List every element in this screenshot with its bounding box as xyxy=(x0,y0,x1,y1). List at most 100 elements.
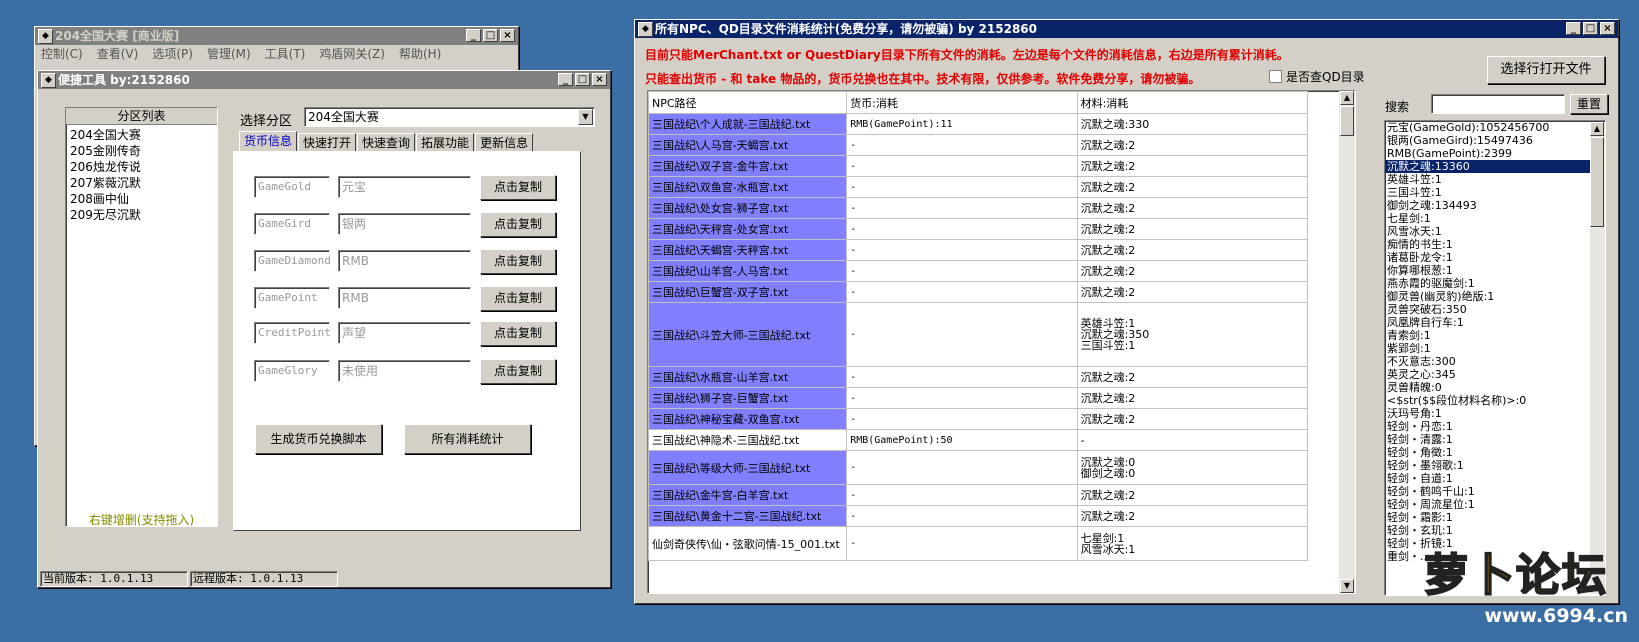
table-row[interactable]: 三国战纪\个人成就-三国战纪.txt RMB(GamePoint):11 沉默之魂:… xyxy=(648,113,1309,135)
currency-name-field[interactable]: 元宝 xyxy=(338,176,471,198)
totals-scrollbar[interactable]: ▲ xyxy=(1590,122,1605,594)
total-item[interactable]: 诸葛卧龙令:1 xyxy=(1385,251,1605,264)
cell-material[interactable]: 沉默之魂:2 xyxy=(1076,134,1309,156)
cell-material[interactable]: 沉默之魂:2 xyxy=(1076,218,1309,240)
partition-item[interactable]: 208画中仙 xyxy=(70,191,213,207)
total-item[interactable]: 轻剑・清露:1 xyxy=(1385,433,1605,446)
table-row[interactable]: 仙剑奇侠传\仙・弦歌问情-15_001.txt - 七星剑:1 风雪冰天:1 xyxy=(648,526,1309,561)
close-icon[interactable]: × xyxy=(1600,22,1615,35)
search-input[interactable] xyxy=(1431,94,1565,114)
cell-path[interactable]: 三国战纪\处女宫-狮子宫.txt xyxy=(648,197,848,219)
total-item[interactable]: 英灵之心:345 xyxy=(1385,368,1605,381)
cell-material[interactable]: 沉默之魂:2 xyxy=(1076,281,1309,303)
copy-button[interactable]: 点击复制 xyxy=(480,359,556,384)
table-row[interactable]: 三国战纪\处女宫-狮子宫.txt - 沉默之魂:2 xyxy=(648,197,1309,219)
cell-material[interactable]: 七星剑:1 风雪冰天:1 xyxy=(1076,526,1309,561)
table-row[interactable]: 三国战纪\狮子宫-巨蟹宫.txt - 沉默之魂:2 xyxy=(648,387,1309,409)
partition-item[interactable]: 209无尽沉默 xyxy=(70,207,213,223)
cell-material[interactable]: 沉默之魂:2 xyxy=(1076,366,1309,388)
cell-path[interactable]: 三国战纪\双鱼宫-水瓶宫.txt xyxy=(648,176,848,198)
cell-currency[interactable]: - xyxy=(846,176,1078,198)
currency-name-field[interactable]: 声望 xyxy=(338,322,471,344)
cell-material[interactable]: 沉默之魂:2 xyxy=(1076,484,1309,506)
cell-currency[interactable]: - xyxy=(846,450,1078,485)
tab-quick-query[interactable]: 快速查询 xyxy=(357,133,416,152)
total-item[interactable]: 轻剑・自道:1 xyxy=(1385,472,1605,485)
cell-path[interactable]: 仙剑奇侠传\仙・弦歌问情-15_001.txt xyxy=(648,526,848,561)
cell-currency[interactable]: - xyxy=(846,484,1078,506)
cell-path[interactable]: 三国战纪\斗笠大师-三国战纪.txt xyxy=(648,302,848,367)
partition-item[interactable]: 204全国大赛 xyxy=(70,127,213,143)
chevron-down-icon[interactable]: ▼ xyxy=(578,109,593,125)
table-row[interactable]: 三国战纪\双鱼宫-水瓶宫.txt - 沉默之魂:2 xyxy=(648,176,1309,198)
cell-path[interactable]: 三国战纪\人马宫-天蝎宫.txt xyxy=(648,134,848,156)
tab-extensions[interactable]: 拓展功能 xyxy=(416,133,475,152)
total-item[interactable]: 轻剑・周流星位:1 xyxy=(1385,498,1605,511)
tab-quick-open[interactable]: 快速打开 xyxy=(298,133,357,152)
cell-path[interactable]: 三国战纪\狮子宫-巨蟹宫.txt xyxy=(648,387,848,409)
generate-script-button[interactable]: 生成货币兑换脚本 xyxy=(255,424,382,454)
cell-path[interactable]: 三国战纪\黄金十二宫-三国战纪.txt xyxy=(648,505,848,527)
cell-material[interactable]: 英雄斗笠:1 沉默之魂:350 三国斗笠:1 xyxy=(1076,302,1309,367)
cell-material[interactable]: 沉默之魂:2 xyxy=(1076,239,1309,261)
cell-currency[interactable]: RMB(GamePoint):50 xyxy=(846,429,1078,451)
cell-path[interactable]: 三国战纪\神秘宝藏-双鱼宫.txt xyxy=(648,408,848,430)
table-row[interactable]: 三国战纪\巨蟹宫-双子宫.txt - 沉默之魂:2 xyxy=(648,281,1309,303)
cell-material[interactable]: 沉默之魂:2 xyxy=(1076,155,1309,177)
currency-key-field[interactable]: GamePoint xyxy=(254,287,330,309)
cell-material[interactable]: 沉默之魂:2 xyxy=(1076,387,1309,409)
reset-button[interactable]: 重置 xyxy=(1570,94,1608,114)
table-row[interactable]: 三国战纪\金牛宫-白羊宫.txt - 沉默之魂:2 xyxy=(648,484,1309,506)
cell-currency[interactable]: - xyxy=(846,281,1078,303)
copy-button[interactable]: 点击复制 xyxy=(480,212,556,237)
currency-name-field[interactable]: RMB xyxy=(338,250,471,272)
main-window-titlebar[interactable]: ◆ 204全国大赛 [商业版] _ □ × xyxy=(35,27,518,45)
copy-button[interactable]: 点击复制 xyxy=(480,286,556,311)
total-item[interactable]: 沉默之魂:13360 xyxy=(1385,160,1605,173)
minimize-icon[interactable]: _ xyxy=(1566,22,1581,35)
total-item[interactable]: 轻剑・玄玑:1 xyxy=(1385,524,1605,537)
cell-path[interactable]: 三国战纪\金牛宫-白羊宫.txt xyxy=(648,484,848,506)
total-item[interactable]: 七星剑:1 xyxy=(1385,212,1605,225)
total-item[interactable]: 英雄斗笠:1 xyxy=(1385,173,1605,186)
total-item[interactable]: RMB(GamePoint):2399 xyxy=(1385,147,1605,160)
minimize-icon[interactable]: _ xyxy=(558,73,573,86)
cell-material[interactable]: 沉默之魂:330 xyxy=(1076,113,1309,135)
total-item[interactable]: 轻剑・角徵:1 xyxy=(1385,446,1605,459)
cell-material[interactable]: 沉默之魂:2 xyxy=(1076,260,1309,282)
cell-path[interactable]: 三国战纪\等级大师-三国战纪.txt xyxy=(648,450,848,485)
total-item[interactable]: 轻剑・霜影:1 xyxy=(1385,511,1605,524)
total-item[interactable]: 轻剑・墨翎歌:1 xyxy=(1385,459,1605,472)
col-header-path[interactable]: NPC路径 xyxy=(648,91,848,114)
table-row[interactable]: 三国战纪\水瓶宫-山羊宫.txt - 沉默之魂:2 xyxy=(648,366,1309,388)
cell-currency[interactable]: - xyxy=(846,505,1078,527)
totals-scroll-thumb[interactable] xyxy=(1590,137,1604,227)
scroll-up-icon[interactable]: ▲ xyxy=(1340,91,1354,105)
scroll-up-icon[interactable]: ▲ xyxy=(1590,122,1604,136)
close-icon[interactable]: × xyxy=(592,73,607,86)
total-item[interactable]: 紫郢剑:1 xyxy=(1385,342,1605,355)
minimize-icon[interactable]: _ xyxy=(466,29,481,42)
currency-key-field[interactable]: GameGird xyxy=(254,213,330,235)
cell-currency[interactable]: RMB(GamePoint):11 xyxy=(846,113,1078,135)
cell-currency[interactable]: - xyxy=(846,366,1078,388)
cell-path[interactable]: 三国战纪\个人成就-三国战纪.txt xyxy=(648,113,848,135)
total-item[interactable]: 三国斗笠:1 xyxy=(1385,186,1605,199)
currency-key-field[interactable]: GameGold xyxy=(254,176,330,198)
maximize-icon[interactable]: □ xyxy=(483,29,498,42)
cell-path[interactable]: 三国战纪\巨蟹宫-双子宫.txt xyxy=(648,281,848,303)
total-item[interactable]: 风雪冰天:1 xyxy=(1385,225,1605,238)
currency-key-field[interactable]: GameGlory xyxy=(254,360,330,382)
cell-currency[interactable]: - xyxy=(846,302,1078,367)
total-item[interactable]: 沃玛号角:1 xyxy=(1385,407,1605,420)
totals-list[interactable]: 元宝(GameGold):1052456700 银两(GameGird):1549… xyxy=(1384,120,1606,596)
consumption-grid[interactable]: NPC路径 货币:消耗 材料:消耗 三国战纪\个人成就-三国战纪.txt RMB(… xyxy=(647,90,1356,594)
total-item[interactable]: 不灭意志:300 xyxy=(1385,355,1605,368)
table-row[interactable]: 三国战纪\斗笠大师-三国战纪.txt - 英雄斗笠:1 沉默之魂:350 三国斗笠:1 xyxy=(648,302,1309,367)
cell-currency[interactable]: - xyxy=(846,134,1078,156)
menu-control[interactable]: 控制(C) xyxy=(41,45,83,63)
total-item[interactable]: 御剑之魂:134493 xyxy=(1385,199,1605,212)
qd-checkbox-wrap[interactable]: 是否查QD目录 xyxy=(1269,68,1365,85)
total-item[interactable]: 轻剑・鹤鸣千山:1 xyxy=(1385,485,1605,498)
total-item[interactable]: <$str($$段位材料名称)>:0 xyxy=(1385,394,1605,407)
